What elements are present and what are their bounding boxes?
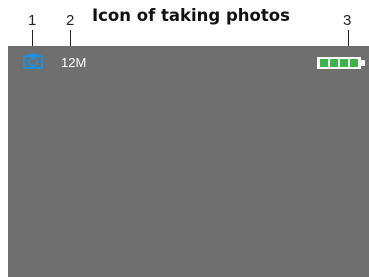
resolution-label: 12M	[61, 55, 87, 70]
figure-title: Icon of taking photos	[92, 6, 290, 25]
callout-2-number: 2	[66, 12, 75, 29]
battery-full-icon	[316, 56, 366, 70]
callout-3-number: 3	[343, 12, 352, 29]
camera-icon	[23, 53, 43, 69]
camera-screen: 12M	[8, 46, 369, 277]
callout-1-number: 1	[28, 12, 37, 29]
